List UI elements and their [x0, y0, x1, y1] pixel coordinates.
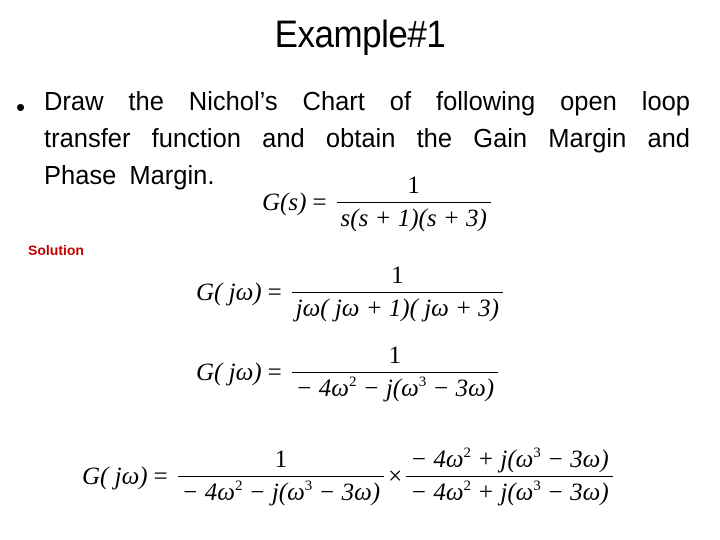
eq2-denominator: jω( jω + 1)( jω + 3)	[291, 292, 504, 323]
eq2-fraction: 1 jω( jω + 1)( jω + 3)	[291, 262, 504, 323]
eq4-f2-num-exp-a: 2	[463, 445, 472, 461]
eq3-numerator: 1	[388, 342, 402, 369]
eq1-fraction: 1 s(s + 1)(s + 3)	[336, 172, 491, 233]
equation-transfer-function: G(s) = 1 s(s + 1)(s + 3)	[262, 172, 495, 233]
equation-conjugate-multiplication: G( jω) = 1 − 4ω2 − j(ω3 − 3ω) × − 4ω2 + …	[82, 446, 617, 507]
problem-line-1: Draw the Nichol’s Chart of following ope…	[44, 88, 690, 116]
eq4-f1-den-a: − 4ω	[181, 479, 235, 506]
eq2-lhs: G( jω)	[196, 278, 262, 306]
eq4-f2-den-exp-b: 3	[533, 478, 541, 494]
eq4-f1-denominator: − 4ω2 − j(ω3 − 3ω)	[177, 476, 385, 507]
eq3-den-part-c: − 3ω)	[426, 375, 495, 402]
eq1-numerator: 1	[407, 172, 420, 199]
bullet-marker: •	[16, 92, 26, 122]
eq4-f2-num-b: + j(ω	[471, 446, 534, 473]
equation-frequency-form: G( jω) = 1 jω( jω + 1)( jω + 3)	[196, 262, 507, 323]
eq4-fraction-2: − 4ω2 + j(ω3 − 3ω) − 4ω2 + j(ω3 − 3ω)	[406, 446, 613, 507]
eq4-f2-num-a: − 4ω	[410, 446, 464, 473]
eq4-f2-num-c: − 3ω)	[540, 446, 609, 473]
eq4-fraction-1: 1 − 4ω2 − j(ω3 − 3ω)	[177, 446, 385, 507]
eq4-f2-numerator: − 4ω2 + j(ω3 − 3ω)	[406, 446, 612, 476]
eq4-f2-den-b: + j(ω	[471, 479, 534, 506]
eq4-lhs: G( jω)	[82, 462, 148, 490]
eq1-equals: =	[312, 188, 327, 216]
eq2-numerator: 1	[391, 262, 404, 289]
equation-expanded-form: G( jω) = 1 − 4ω2 − j(ω3 − 3ω)	[196, 342, 502, 403]
eq3-lhs: G( jω)	[196, 358, 262, 386]
eq4-f1-den-c: − 3ω)	[312, 479, 381, 506]
eq1-denominator: s(s + 1)(s + 3)	[336, 202, 491, 233]
eq3-denominator: − 4ω2 − j(ω3 − 3ω)	[291, 372, 499, 403]
eq3-fraction: 1 − 4ω2 − j(ω3 − 3ω)	[291, 342, 499, 403]
eq4-equals: =	[153, 462, 168, 490]
eq4-times: ×	[388, 462, 403, 490]
slide-title: Example#1	[274, 14, 446, 56]
eq4-f2-den-a: − 4ω	[410, 479, 464, 506]
eq1-lhs: G(s)	[262, 188, 307, 216]
solution-label: Solution	[28, 242, 84, 258]
eq4-f2-denominator: − 4ω2 + j(ω3 − 3ω)	[406, 476, 613, 507]
eq2-equals: =	[267, 278, 282, 306]
eq3-den-part-a: − 4ω	[295, 375, 349, 402]
eq3-equals: =	[267, 358, 282, 386]
eq4-f1-den-b: − j(ω	[242, 479, 305, 506]
eq4-f2-den-c: − 3ω)	[540, 479, 609, 506]
problem-line-2: transfer function and obtain the Gain Ma…	[44, 125, 690, 153]
eq4-f1-numerator: 1	[274, 446, 288, 473]
eq3-den-part-b: − j(ω	[356, 375, 419, 402]
eq4-f2-den-exp-a: 2	[463, 478, 472, 494]
eq4-f2-num-exp-b: 3	[533, 445, 541, 461]
